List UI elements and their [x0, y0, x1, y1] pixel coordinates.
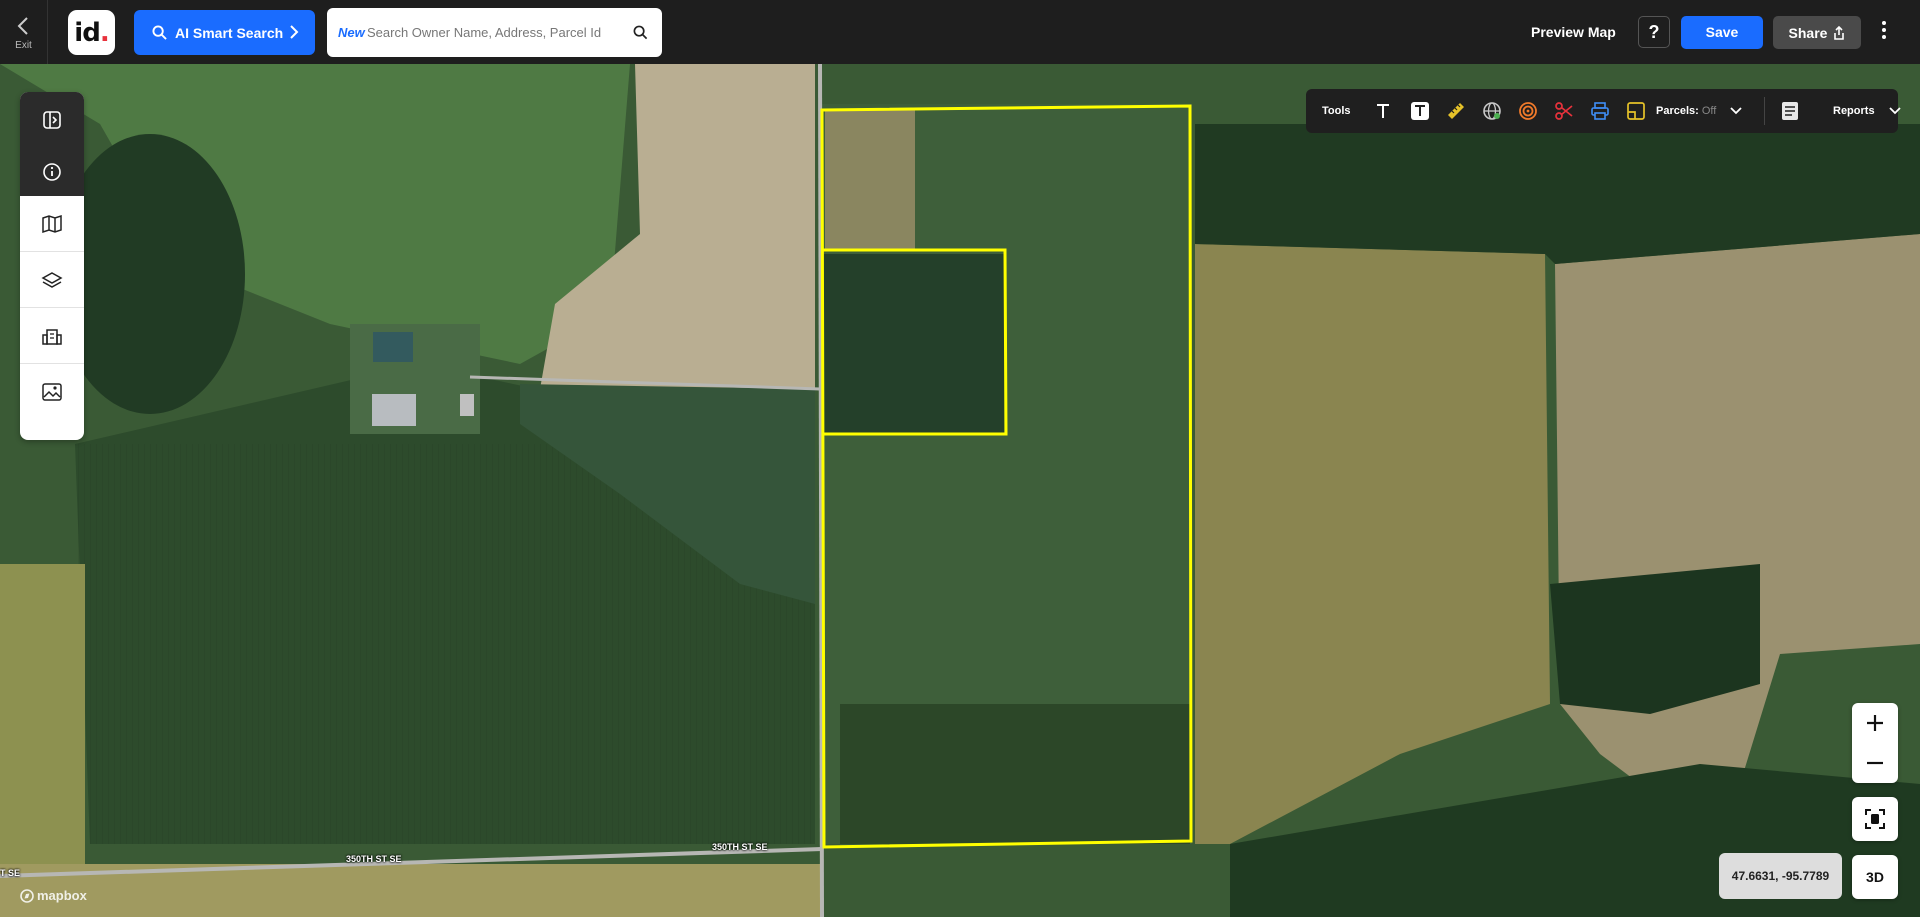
radius-tool-button[interactable]: [1518, 89, 1538, 133]
plus-icon: [1867, 715, 1883, 731]
search-icon: [152, 25, 167, 40]
top-bar: Exit id. AI Smart Search New Preview Map…: [0, 0, 1920, 64]
measure-tool-button[interactable]: [1446, 89, 1466, 133]
zoom-out-button[interactable]: [1852, 743, 1898, 783]
panel-toggle-icon: [43, 111, 61, 129]
buildings-button[interactable]: [20, 308, 84, 364]
ai-smart-search-button[interactable]: AI Smart Search: [134, 10, 315, 55]
reports-dropdown[interactable]: Reports: [1833, 89, 1901, 133]
focus-frame-icon: [1865, 809, 1885, 829]
cut-tool-button[interactable]: [1554, 89, 1574, 133]
road-label: 350TH ST SE: [346, 854, 402, 864]
fit-bounds-button[interactable]: [1852, 797, 1898, 841]
imagery-button[interactable]: [20, 364, 84, 420]
ruler-icon: [1448, 103, 1464, 119]
image-icon: [42, 383, 62, 401]
search-box: New: [327, 8, 662, 57]
save-button[interactable]: Save: [1681, 16, 1763, 49]
parcel-icon: [1627, 102, 1645, 120]
road-label: T SE: [0, 868, 21, 878]
sidebar-toggle-button[interactable]: [20, 92, 84, 148]
chevron-down-icon: [1730, 107, 1742, 115]
text-box-icon: [1411, 102, 1429, 120]
parcels-state: Off: [1701, 105, 1717, 117]
satellite-map[interactable]: 350TH ST SE 350TH ST SE T SE: [0, 64, 1920, 917]
more-options-icon[interactable]: [1876, 18, 1892, 48]
zoom-in-button[interactable]: [1852, 703, 1898, 743]
map-imagery[interactable]: [0, 64, 1920, 917]
mapbox-label: mapbox: [37, 888, 87, 903]
info-button[interactable]: [20, 144, 84, 200]
3d-toggle-button[interactable]: 3D: [1852, 855, 1898, 899]
ai-smart-search-label: AI Smart Search: [175, 24, 284, 41]
map-icon: [42, 214, 62, 233]
parcels-toggle[interactable]: Parcels: Off: [1656, 89, 1742, 133]
globe-icon: [1483, 102, 1501, 120]
reports-icon: [1782, 102, 1798, 120]
layers-button[interactable]: [20, 252, 84, 308]
app-logo[interactable]: id.: [68, 10, 115, 55]
road-label: 350TH ST SE: [712, 842, 768, 852]
text-box-tool-button[interactable]: [1410, 89, 1430, 133]
zoom-control: [1852, 703, 1898, 783]
printer-icon: [1591, 102, 1609, 120]
share-button[interactable]: Share: [1773, 16, 1861, 49]
new-badge: New: [338, 25, 365, 40]
layers-icon: [41, 271, 63, 288]
search-submit-icon[interactable]: [633, 25, 648, 40]
parcels-toggle-icon-button[interactable]: [1626, 89, 1646, 133]
parcels-label: Parcels:: [1656, 105, 1699, 117]
minus-icon: [1867, 761, 1883, 765]
coordinates-readout: 47.6631, -95.7789: [1719, 853, 1842, 899]
preview-map-button[interactable]: Preview Map: [1531, 24, 1616, 40]
reports-icon-button[interactable]: [1780, 89, 1802, 133]
logo-dot: .: [99, 17, 110, 48]
map-button[interactable]: [20, 196, 84, 252]
left-sidebar: [20, 92, 84, 440]
info-icon: [43, 163, 61, 181]
scissors-icon: [1555, 102, 1573, 120]
exit-button[interactable]: Exit: [0, 0, 48, 64]
share-label: Share: [1788, 24, 1828, 41]
logo-text: id: [74, 17, 101, 48]
globe-tool-button[interactable]: [1482, 89, 1502, 133]
print-tool-button[interactable]: [1590, 89, 1610, 133]
target-icon: [1519, 102, 1537, 120]
exit-label: Exit: [15, 40, 32, 51]
text-icon: [1377, 104, 1389, 118]
mapbox-logo-icon: [20, 888, 34, 903]
share-icon: [1834, 25, 1845, 40]
tools-bar: Tools Parcels: Off Reports: [1306, 89, 1901, 133]
building-icon: [42, 328, 62, 345]
tools-label: Tools: [1322, 105, 1351, 117]
search-input[interactable]: [367, 20, 617, 44]
divider: [1764, 97, 1765, 125]
chevron-left-icon: [17, 17, 28, 35]
help-button[interactable]: ?: [1638, 16, 1670, 48]
mapbox-attribution[interactable]: mapbox: [20, 888, 87, 903]
text-tool-button[interactable]: [1374, 89, 1392, 133]
reports-label: Reports: [1833, 105, 1875, 117]
chevron-down-icon: [1888, 107, 1901, 115]
chevron-right-icon: [290, 25, 299, 39]
